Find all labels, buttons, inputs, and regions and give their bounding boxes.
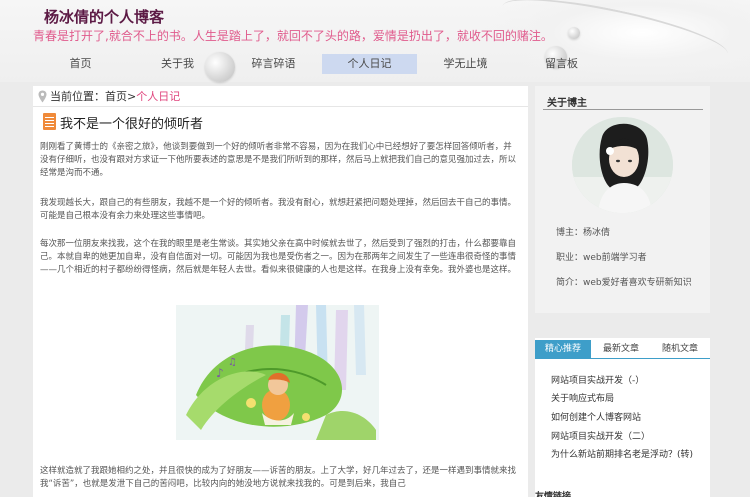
site-header: 杨冰倩的个人博客 青春是打开了,就合不上的书。人生是踏上了，就回不了头的路，爱情… [0,0,750,82]
nav-learning[interactable]: 学无止境 [418,54,513,74]
site-slogan: 青春是打开了,就合不上的书。人生是踏上了，就回不了头的路，爱情是扔出了，就收不回… [33,29,553,43]
recommended-posts-box: 精心推荐 最新文章 随机文章 网站项目实战开发（-） 关于响应式布局 如何创建个… [535,338,710,497]
nav-diary[interactable]: 个人日记 [322,54,417,74]
nav-guestbook[interactable]: 留言板 [514,54,609,74]
nav-home[interactable]: 首页 [33,54,128,74]
blogger-portrait-image [572,117,673,213]
article-panel: 当前位置：首页>个人日记 我不是一个很好的倾听者 刚刚看了黄博士的《亲密之旅》，… [33,86,528,497]
document-icon [43,113,56,130]
breadcrumb-path: 当前位置：首页>个人日记 [50,86,180,107]
post-link[interactable]: 如何创建个人博客网站 [551,410,641,423]
friend-links-heading: 友情链接 [535,492,572,497]
article-paragraph: 每次那一位朋友来找我，这个在我的眼里是老生常谈。其实她父亲在高中时候就去世了，然… [40,239,517,275]
post-link[interactable]: 为什么新站前期排名老是浮动？(转) [551,447,693,460]
girl-on-leaf-illustration: ♪ ♫ [176,305,379,440]
article-paragraph: 刚刚看了黄博士的《亲密之旅》，他谈到要做到一个好的倾听者非常不容易，因为在我们心… [40,142,517,178]
article-title: 我不是一个很好的倾听者 [60,117,204,132]
water-drop-decoration [568,27,580,39]
tab-underline [535,358,710,359]
svg-text:♪: ♪ [216,366,224,380]
avatar [572,117,673,213]
about-blogger-box: 关于博主 博主：杨冰倩 职业：web前端学习者 简介：web爱好者喜欢专研新知识 [535,86,710,313]
blogger-name: 博主：杨冰倩 [556,228,611,238]
blogger-job: 职业：web前端学习者 [556,253,647,263]
tab-latest[interactable]: 最新文章 [592,340,650,358]
nav-musings[interactable]: 碎言碎语 [226,54,321,74]
post-link[interactable]: 关于响应式布局 [551,391,614,404]
tab-recommended[interactable]: 精心推荐 [535,340,591,358]
blogger-intro: 简介：web爱好者喜欢专研新知识 [556,278,692,288]
breadcrumb-home-link[interactable]: 当前位置：首页 [50,90,127,103]
tab-random[interactable]: 随机文章 [651,340,709,358]
about-title: 关于博主 [547,98,587,109]
article-paragraph: 这样就造就了我跟她相约之处，并且很快的成为了好朋友——诉苦的朋友。上了大学，好几… [40,466,517,489]
article-illustration: ♪ ♫ [176,305,379,440]
breadcrumb-current[interactable]: 个人日记 [136,90,180,103]
location-pin-icon [38,90,47,103]
post-link[interactable]: 网站项目实战开发（-） [551,373,644,386]
divider [543,109,703,110]
breadcrumb: 当前位置：首页>个人日记 [33,86,528,107]
breadcrumb-separator: > [127,90,137,103]
site-title[interactable]: 杨冰倩的个人博客 [44,6,164,27]
nav-about-me[interactable]: 关于我 [130,54,225,74]
article-paragraph: 我发现越长大，跟自己的有些朋友，我越不是一个好的倾听者。我没有耐心，就想赶紧把问… [40,198,517,221]
svg-text:♫: ♫ [228,357,237,368]
main-nav: 首页 关于我 碎言碎语 个人日记 学无止境 留言板 [33,54,593,74]
post-link[interactable]: 网站项目实战开发（二） [551,429,650,442]
